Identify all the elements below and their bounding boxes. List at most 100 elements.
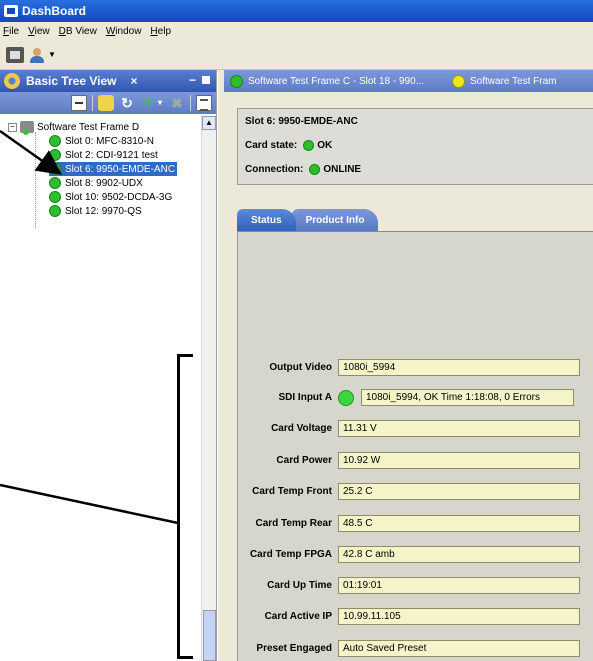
close-icon[interactable]: × xyxy=(131,74,138,88)
field-sdi-input-a: SDI Input A 1080i_5994, OK Time 1:18:08,… xyxy=(238,389,574,406)
field-label: Output Video xyxy=(269,362,332,373)
refresh-icon[interactable]: ↻ xyxy=(119,95,135,111)
field-card-temp-rear: Card Temp Rear 48.5 C xyxy=(238,515,580,532)
field-card-temp-fpga: Card Temp FPGA 42.8 C amb xyxy=(238,546,580,563)
toolbar-separator xyxy=(190,95,191,111)
field-label: Card Temp Front xyxy=(252,486,332,497)
card-info-box: Slot 6: 9950-EMDE-ANC Card state: OK Con… xyxy=(237,108,593,185)
tree-children: Slot 0: MFC-8310-N Slot 2: CDI-9121 test… xyxy=(34,132,178,228)
tree-item-slot-12[interactable]: Slot 12: 9970-QS xyxy=(49,204,177,218)
splitter[interactable] xyxy=(218,70,224,661)
field-output-video: Output Video 1080i_5994 xyxy=(238,359,580,376)
device-tree: − Software Test Frame D Slot 0: MFC-8310… xyxy=(8,120,178,228)
frame-icon[interactable] xyxy=(6,46,24,63)
tree-scrollbar[interactable]: ▲ xyxy=(201,116,216,661)
tree-item-slot-0[interactable]: Slot 0: MFC-8310-N xyxy=(49,134,177,148)
tree-item-slot-8[interactable]: Slot 8: 9902-UDX xyxy=(49,176,177,190)
field-value: 48.5 C xyxy=(338,515,580,532)
scrollbar-thumb[interactable] xyxy=(203,610,216,661)
panel-header: Basic Tree View × − xyxy=(0,70,216,92)
field-label: Card Active IP xyxy=(264,611,332,622)
collapse-icon[interactable] xyxy=(71,95,87,111)
field-value: 10.92 W xyxy=(338,452,580,469)
status-ok-icon xyxy=(303,139,315,151)
field-value: 1080i_5994 xyxy=(338,359,580,376)
tree-item-slot-6[interactable]: Slot 6: 9950-EMDE-ANC xyxy=(49,162,178,176)
field-value: 10.99.11.105 xyxy=(338,608,580,625)
connection-label: Connection: xyxy=(245,163,304,175)
panel-title: Basic Tree View xyxy=(26,74,117,88)
field-value: 01:19:01 xyxy=(338,577,580,594)
field-value: Auto Saved Preset xyxy=(338,640,580,657)
tab-product-info[interactable]: Product Info xyxy=(291,209,379,231)
field-label: Card Power xyxy=(276,455,332,466)
open-tab-frame-partial[interactable]: Software Test Fram xyxy=(446,74,557,88)
window-title: DashBoard xyxy=(22,4,87,18)
field-label: Card Voltage xyxy=(271,423,332,434)
detail-tabs: Status Product Info xyxy=(237,209,379,231)
scroll-up-icon[interactable]: ▲ xyxy=(202,116,216,130)
main-toolbar: ▼ xyxy=(0,40,593,70)
window-title-bar: DashBoard xyxy=(0,0,593,22)
tab-status[interactable]: Status xyxy=(237,209,296,231)
card-slot-row: Slot 6: 9950-EMDE-ANC xyxy=(245,109,593,133)
field-label: Card Temp Rear xyxy=(255,518,332,529)
field-card-temp-front: Card Temp Front 25.2 C xyxy=(238,483,580,500)
tree-item-label: Slot 0: MFC-8310-N xyxy=(65,135,154,147)
menu-window[interactable]: Window xyxy=(106,26,142,37)
status-ok-icon xyxy=(49,149,61,161)
field-preset-engaged: Preset Engaged Auto Saved Preset xyxy=(238,640,580,657)
status-ok-icon xyxy=(338,389,354,406)
card-state-value: OK xyxy=(317,139,333,151)
open-tab-label: Software Test Frame C - Slot 18 - 990... xyxy=(248,75,424,87)
tree-item-slot-2[interactable]: Slot 2: CDI-9121 test xyxy=(49,148,177,162)
open-tabs-strip: Software Test Frame C - Slot 18 - 990...… xyxy=(224,70,593,92)
status-warning-icon xyxy=(452,74,465,88)
status-ok-icon xyxy=(230,74,243,88)
tree-item-label: Slot 2: CDI-9121 test xyxy=(65,149,158,161)
field-label: SDI Input A xyxy=(278,392,332,403)
user-icon[interactable] xyxy=(28,47,46,63)
status-online-icon xyxy=(309,163,321,175)
tree-root-frame[interactable]: − Software Test Frame D xyxy=(8,120,177,135)
collapse-node-icon[interactable]: − xyxy=(8,122,17,132)
frame-icon xyxy=(20,121,34,135)
tree-item-label: Slot 10: 9502-DCDA-3G xyxy=(65,191,173,203)
gear-icon xyxy=(4,73,20,89)
chevron-down-icon[interactable]: ▼ xyxy=(48,50,56,59)
tree-item-label: Slot 12: 9970-QS xyxy=(65,205,142,217)
open-tab-frame-c[interactable]: Software Test Frame C - Slot 18 - 990... xyxy=(224,74,424,88)
list-view-icon[interactable] xyxy=(196,95,212,111)
minimize-icon[interactable]: − xyxy=(189,73,196,87)
field-value: 42.8 C amb xyxy=(338,546,580,563)
menu-file[interactable]: File xyxy=(3,26,19,37)
field-card-voltage: Card Voltage 11.31 V xyxy=(238,420,580,437)
status-tab-content: Output Video 1080i_5994 SDI Input A 1080… xyxy=(237,231,593,661)
status-ok-icon xyxy=(49,191,61,203)
chevron-down-icon[interactable]: ▾ xyxy=(156,95,164,111)
tree-toolbar: ↻ + ▾ ✖ xyxy=(0,92,216,114)
menu-db-view[interactable]: DB View xyxy=(59,26,97,37)
field-card-up-time: Card Up Time 01:19:01 xyxy=(238,577,580,594)
field-card-power: Card Power 10.92 W xyxy=(238,452,580,469)
remove-icon[interactable]: ✖ xyxy=(169,95,185,111)
field-label: Preset Engaged xyxy=(256,643,332,654)
status-ok-icon xyxy=(49,177,61,189)
card-slot-title: Slot 6: 9950-EMDE-ANC xyxy=(245,115,358,127)
maximize-icon[interactable] xyxy=(202,76,210,84)
tree-item-label: Slot 6: 9950-EMDE-ANC xyxy=(65,163,176,175)
menu-help[interactable]: Help xyxy=(150,26,171,37)
dashboard-app-icon xyxy=(4,5,18,17)
open-tab-label: Software Test Fram xyxy=(470,75,557,87)
card-state-row: Card state: OK xyxy=(245,133,593,157)
field-value: 1080i_5994, OK Time 1:18:08, 0 Errors xyxy=(361,389,574,406)
add-icon[interactable]: + xyxy=(140,95,156,111)
key-icon[interactable] xyxy=(98,95,114,111)
status-ok-icon xyxy=(49,135,61,147)
connection-value: ONLINE xyxy=(323,163,362,175)
callout-bracket xyxy=(177,354,193,659)
field-label: Card Up Time xyxy=(267,580,332,591)
tree-item-slot-10[interactable]: Slot 10: 9502-DCDA-3G xyxy=(49,190,177,204)
menu-view[interactable]: View xyxy=(28,26,50,37)
field-value: 25.2 C xyxy=(338,483,580,500)
